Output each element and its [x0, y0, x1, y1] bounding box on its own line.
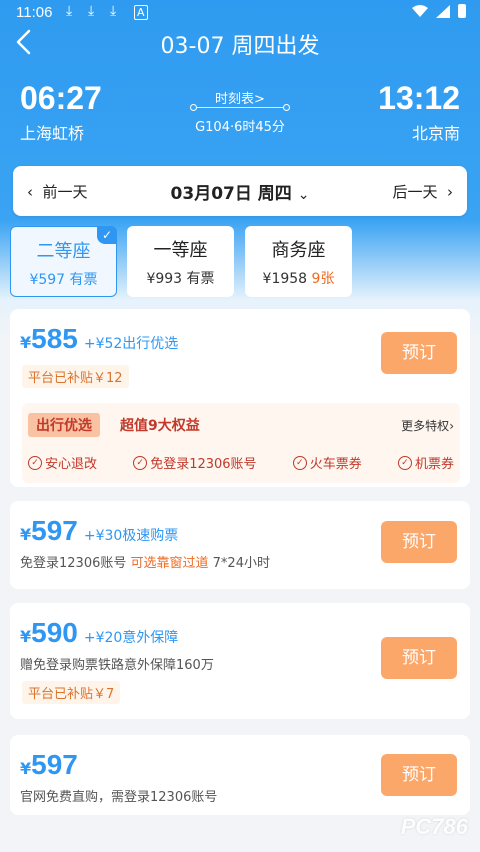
seat-second-class[interactable]: ✓ 二等座 ¥597 有票 [10, 226, 117, 297]
benefit-label: 安心退改 [45, 457, 98, 472]
check-circle-icon: ✓ [28, 455, 42, 470]
benefit-label: 机票券 [414, 457, 454, 472]
chevron-down-icon: ⌄ [297, 187, 310, 203]
seat-price: ¥993 [146, 271, 183, 287]
offer-price: 590 [31, 617, 78, 648]
download-icon: ⤓ [88, 3, 95, 19]
offer-card: ¥ 597 官网免费直购，需登录12306账号 预订 [10, 735, 470, 815]
seat-type-selector: ✓ 二等座 ¥597 有票 一等座 ¥993 有票 商务座 ¥1958 9张 [10, 226, 470, 298]
signal-icon [436, 4, 450, 18]
more-privileges-label: 更多特权 [401, 419, 450, 433]
offer-price: 597 [31, 515, 78, 546]
benefit-title: 超值9大权益 [120, 418, 200, 434]
seat-business-class[interactable]: 商务座 ¥1958 9张 [245, 226, 352, 297]
current-date-label: 03月07日 周四 [170, 184, 292, 204]
benefit-item: ✓ 安心退改 [28, 453, 97, 472]
check-circle-icon: ✓ [397, 455, 412, 470]
offer-extra: +¥52出行优选 [83, 336, 179, 352]
train-info: G104·6时45分 [195, 120, 285, 135]
offer-description: 赠免登录购票铁路意外保障160万 [20, 658, 214, 673]
benefit-item: ✓ 机票券 [397, 453, 454, 472]
check-icon: ✓ [97, 226, 117, 244]
seat-availability: 有票 [69, 272, 98, 288]
book-button[interactable]: 预订 [381, 637, 457, 679]
date-selector: ‹ 前一天 03月07日 周四 ⌄ 后一天 › [13, 166, 467, 216]
currency-symbol: ¥ [20, 759, 32, 778]
price-row: ¥ 590 +¥20意外保障 [20, 617, 178, 649]
check-circle-icon: ✓ [292, 455, 307, 470]
book-button[interactable]: 预订 [381, 332, 457, 374]
currency-symbol: ¥ [20, 627, 32, 646]
more-privileges-link[interactable]: 更多特权› [401, 417, 454, 434]
book-button[interactable]: 预订 [381, 754, 457, 796]
check-circle-icon: ✓ [133, 455, 148, 470]
wifi-icon [412, 5, 428, 17]
seat-name: 商务座 [271, 240, 326, 261]
benefit-label: 火车票券 [309, 457, 362, 472]
benefit-item: ✓ 火车票券 [292, 453, 362, 472]
download-icon: ⤓ [110, 3, 117, 19]
arrival-station: 北京南 [411, 124, 460, 143]
currency-symbol: ¥ [20, 333, 32, 352]
watermark-logo: PC786 [400, 814, 468, 839]
benefit-panel: 出行优选 超值9大权益 更多特权› ✓ 安心退改 ✓ 免登录12306账号 ✓ 火车票… [22, 403, 460, 483]
download-icon: ⤓ [66, 3, 73, 19]
subsidy-badge: 平台已补贴￥7 [22, 681, 121, 704]
currency-symbol: ¥ [20, 525, 32, 544]
benefit-tag: 出行优选 [28, 413, 100, 437]
next-day-label: 后一天 [392, 183, 438, 201]
offer-desc-part: 免登录12306账号 [20, 556, 131, 571]
price-row: ¥ 585 +¥52出行优选 [20, 323, 178, 355]
offer-card: ¥ 590 +¥20意外保障 赠免登录购票铁路意外保障160万 平台已补贴￥7 … [10, 603, 470, 719]
benefit-label: 免登录12306账号 [150, 457, 257, 472]
offer-card: ¥ 597 +¥30极速购票 免登录12306账号 可选靠窗过道 7*24小时 … [10, 501, 470, 589]
offer-description: 官网免费直购，需登录12306账号 [20, 790, 218, 805]
seat-availability: 9张 [311, 271, 335, 287]
seat-price: ¥597 [29, 272, 66, 288]
seat-availability: 有票 [186, 271, 215, 287]
seat-price: ¥1958 [262, 271, 308, 287]
offer-card: ¥ 585 +¥52出行优选 平台已补贴￥12 预订 出行优选 超值9大权益 更… [10, 309, 470, 487]
seat-first-class[interactable]: 一等座 ¥993 有票 [127, 226, 234, 297]
benefit-items: ✓ 安心退改 ✓ 免登录12306账号 ✓ 火车票券 ✓ 机票券 [28, 453, 454, 472]
book-button[interactable]: 预订 [381, 521, 457, 563]
seat-name: 一等座 [153, 240, 208, 261]
offer-extra: +¥30极速购票 [83, 528, 179, 544]
offer-desc-highlight: 可选靠窗过道 [130, 556, 209, 571]
price-row: ¥ 597 +¥30极速购票 [20, 515, 178, 547]
battery-icon [458, 4, 466, 18]
offer-extra: +¥20意外保障 [83, 630, 179, 646]
arrival-time: 13:12 [378, 80, 460, 116]
benefit-item: ✓ 免登录12306账号 [133, 453, 257, 472]
offer-price: 585 [31, 323, 78, 354]
route-header: 06:27 上海虹桥 时刻表> G104·6时45分 13:12 北京南 [0, 80, 480, 150]
subsidy-badge: 平台已补贴￥12 [22, 365, 129, 388]
page-title: 03-07 周四出发 [160, 34, 320, 59]
app-notification-icon: A [134, 5, 148, 20]
nav-bar: 03-07 周四出发 [0, 26, 480, 60]
offer-desc-part: 7*24小时 [208, 556, 270, 571]
offer-description: 免登录12306账号 可选靠窗过道 7*24小时 [20, 552, 270, 571]
status-time: 11:06 [16, 4, 53, 21]
chevron-right-icon: › [447, 183, 453, 201]
next-day-button[interactable]: 后一天 › [392, 181, 453, 202]
status-bar: 11:06 ⤓ ⤓ ⤓ A [0, 0, 480, 26]
offer-price: 597 [31, 749, 78, 780]
price-row: ¥ 597 [20, 749, 78, 781]
chevron-right-icon: › [449, 419, 454, 433]
route-line [190, 104, 290, 111]
